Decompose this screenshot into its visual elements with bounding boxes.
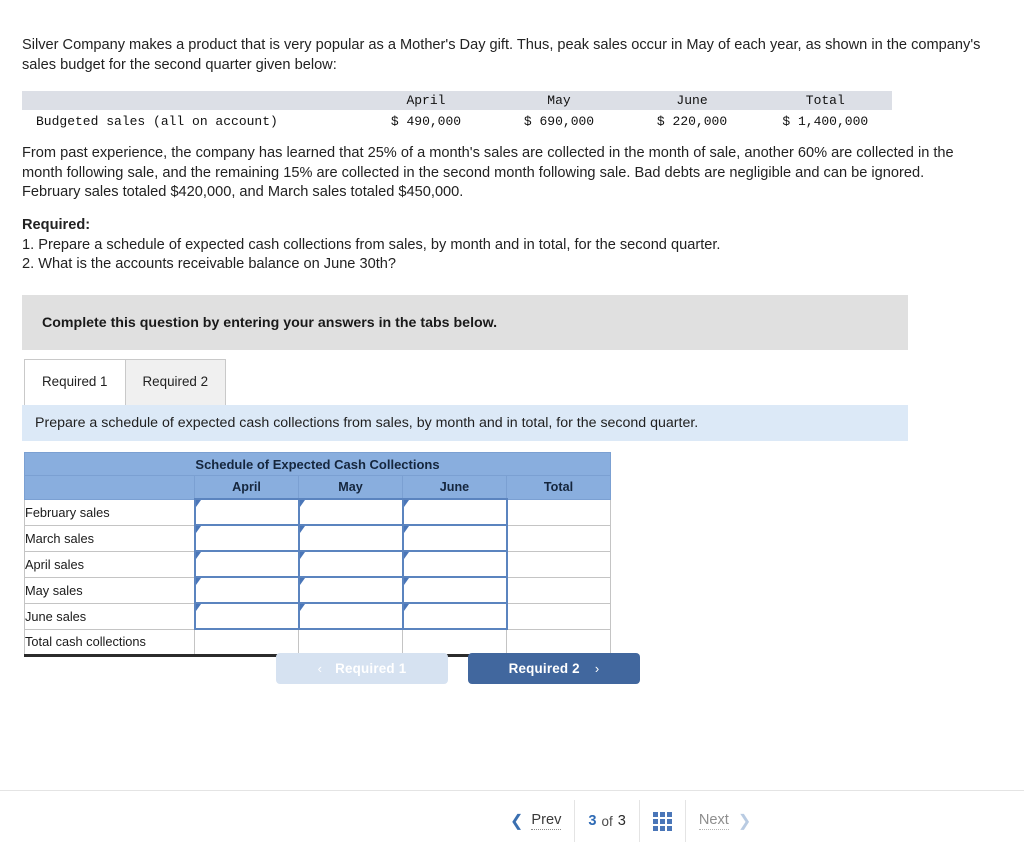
value-total-april: [194, 629, 299, 657]
schedule-header-june: June: [402, 475, 507, 500]
required-2-next-button[interactable]: Required 2 ›: [468, 653, 640, 684]
value-total-june: [402, 629, 507, 657]
budget-header-june: June: [625, 91, 759, 110]
required-section: Required: 1. Prepare a schedule of expec…: [22, 216, 962, 275]
schedule-header-may: May: [298, 475, 403, 500]
chevron-right-icon: ❯: [737, 813, 752, 830]
tab-required-2-label: Required 2: [142, 374, 209, 390]
schedule-header-blank: [24, 475, 195, 500]
collection-policy-paragraph: From past experience, the company has le…: [22, 145, 954, 200]
question-grid-button[interactable]: [638, 800, 685, 842]
schedule-header-row: April May June Total: [24, 475, 611, 500]
table-row: Total cash collections: [24, 629, 611, 657]
budget-header-blank: [22, 91, 360, 110]
prev-question-label: Prev: [531, 812, 562, 830]
chevron-left-icon: ‹: [317, 661, 323, 676]
input-may-may[interactable]: [297, 576, 404, 604]
input-june-june[interactable]: [401, 602, 508, 630]
page-current: 3: [588, 813, 597, 829]
required-1-prev-label: Required 1: [335, 661, 407, 676]
input-may-june[interactable]: [401, 576, 508, 604]
input-april-may[interactable]: [297, 550, 404, 578]
required-item-2: 2. What is the accounts receivable balan…: [22, 256, 397, 272]
row-label-march-sales: March sales: [24, 525, 195, 552]
budget-row-total: $ 1,400,000: [758, 110, 892, 132]
budget-header-may: May: [492, 91, 626, 110]
tab-prompt-bar: Prepare a schedule of expected cash coll…: [22, 405, 908, 441]
value-march-total: [506, 525, 611, 552]
required-1-prev-button[interactable]: ‹ Required 1: [276, 653, 448, 684]
input-february-may[interactable]: [297, 498, 404, 526]
value-april-total: [506, 551, 611, 578]
budget-header-april: April: [359, 91, 493, 110]
table-row: March sales: [24, 524, 611, 552]
complete-question-text: Complete this question by entering your …: [42, 314, 498, 331]
grid-icon: [652, 811, 672, 831]
input-june-april[interactable]: [193, 602, 300, 630]
table-row: May sales: [24, 576, 611, 604]
table-row: April sales: [24, 550, 611, 578]
value-total-total: [506, 629, 611, 657]
next-question-label: Next: [698, 812, 729, 830]
budget-row-april: $ 490,000: [359, 110, 493, 132]
schedule-table-title: Schedule of Expected Cash Collections: [24, 452, 611, 476]
value-may-total: [506, 577, 611, 604]
table-row: Budgeted sales (all on account) $ 490,00…: [22, 110, 892, 132]
intro-paragraph: Silver Company makes a product that is v…: [22, 37, 981, 73]
input-april-june[interactable]: [401, 550, 508, 578]
required-item-1: 1. Prepare a schedule of expected cash c…: [22, 236, 721, 253]
value-total-may: [298, 629, 403, 657]
tab-required-1[interactable]: Required 1: [24, 359, 126, 405]
page-indicator: 3 of 3: [574, 800, 638, 842]
row-label-june-sales: June sales: [24, 603, 195, 630]
row-label-april-sales: April sales: [24, 551, 195, 578]
required-2-next-label: Required 2: [508, 661, 580, 676]
input-may-april[interactable]: [193, 576, 300, 604]
value-february-total: [506, 499, 611, 526]
schedule-of-expected-cash-collections-table: Schedule of Expected Cash Collections Ap…: [24, 452, 611, 657]
chevron-right-icon: ›: [594, 661, 600, 676]
input-march-april[interactable]: [193, 524, 300, 552]
input-march-may[interactable]: [297, 524, 404, 552]
row-label-february-sales: February sales: [24, 499, 195, 526]
input-february-june[interactable]: [401, 498, 508, 526]
page-total: 3: [617, 813, 626, 829]
budget-header-total: Total: [758, 91, 892, 110]
tab-prompt-text: Prepare a schedule of expected cash coll…: [35, 415, 699, 431]
required-heading: Required:: [22, 217, 91, 233]
row-label-may-sales: May sales: [24, 577, 195, 604]
requirement-navigation: ‹ Required 1 Required 2 ›: [276, 653, 640, 684]
value-june-total: [506, 603, 611, 630]
input-april-april[interactable]: [193, 550, 300, 578]
input-february-april[interactable]: [193, 498, 300, 526]
next-question-button[interactable]: Next ❯: [684, 800, 764, 842]
chevron-left-icon: ❮: [510, 813, 524, 830]
footer-divider: [0, 790, 1024, 791]
prev-question-button[interactable]: ❮ Prev: [497, 800, 574, 842]
budget-row-may: $ 690,000: [492, 110, 626, 132]
schedule-header-april: April: [194, 475, 299, 500]
schedule-header-total: Total: [506, 475, 611, 500]
complete-question-banner: Complete this question by entering your …: [22, 295, 908, 350]
tab-required-1-label: Required 1: [42, 374, 108, 390]
schedule-title-row: Schedule of Expected Cash Collections: [24, 452, 611, 476]
table-row: June sales: [24, 602, 611, 630]
budget-row-june: $ 220,000: [625, 110, 759, 132]
answer-tabs: Required 1 Required 2: [24, 359, 227, 405]
input-june-may[interactable]: [297, 602, 404, 630]
budget-row-label: Budgeted sales (all on account): [22, 110, 360, 132]
footer-pagination: ❮ Prev 3 of 3 Next ❯: [497, 800, 764, 842]
tab-required-2[interactable]: Required 2: [124, 359, 227, 405]
row-label-total-cash-collections: Total cash collections: [24, 629, 195, 657]
budget-table-header-row: April May June Total: [22, 91, 892, 110]
input-march-june[interactable]: [401, 524, 508, 552]
budgeted-sales-table: April May June Total Budgeted sales (all…: [22, 91, 892, 132]
page-of-label: of: [601, 813, 613, 829]
table-row: February sales: [24, 498, 611, 526]
